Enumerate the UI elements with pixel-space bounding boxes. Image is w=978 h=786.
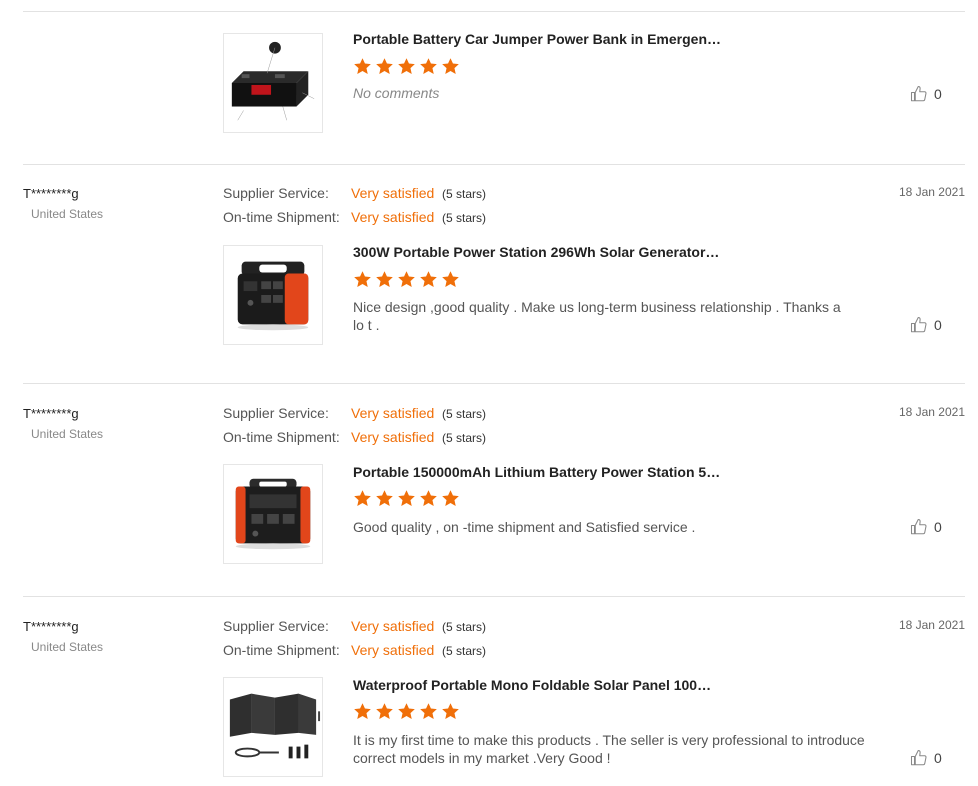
review-comment: No comments — [353, 85, 440, 101]
star-icon — [419, 57, 438, 76]
thumbs-up-icon — [910, 749, 928, 767]
review-date: 18 Jan 2021 — [898, 618, 965, 632]
like-button[interactable]: 0 — [910, 316, 942, 334]
star-icon — [397, 702, 416, 721]
star-icon — [375, 489, 394, 508]
star-icon — [375, 270, 394, 289]
supplier-service-label: Supplier Service: — [223, 185, 329, 201]
product-name[interactable]: Portable 150000mAh Lithium Battery Power… — [353, 464, 720, 480]
star-icon — [375, 57, 394, 76]
shipment-value: Very satisfied — [351, 209, 435, 225]
star-icon — [353, 270, 372, 289]
product-rating-stars — [353, 489, 460, 508]
star-icon — [397, 270, 416, 289]
product-image[interactable] — [223, 245, 323, 345]
star-icon — [353, 489, 372, 508]
review-divider — [23, 383, 965, 384]
thumbs-up-icon — [910, 316, 928, 334]
star-icon — [419, 270, 438, 289]
thumbs-up-icon — [910, 518, 928, 536]
shipment-label: On-time Shipment: — [223, 429, 340, 445]
review-comment: Good quality , on -time shipment and Sat… — [353, 519, 696, 535]
like-count: 0 — [934, 317, 942, 333]
supplier-service-label: Supplier Service: — [223, 405, 329, 421]
star-icon — [397, 489, 416, 508]
power-station-image — [224, 246, 322, 344]
review-comment: It is my first time to make this product… — [353, 732, 865, 766]
jump-starter-image — [224, 34, 322, 132]
product-image[interactable] — [223, 464, 323, 564]
product-name[interactable]: Portable Battery Car Jumper Power Bank i… — [353, 31, 721, 47]
shipment-value: Very satisfied — [351, 642, 435, 658]
like-count: 0 — [934, 750, 942, 766]
like-button[interactable]: 0 — [910, 85, 942, 103]
product-rating-stars — [353, 702, 460, 721]
thumbs-up-icon — [910, 85, 928, 103]
reviewer-country: United States — [31, 207, 104, 221]
review-divider — [23, 164, 965, 165]
supplier-service-label: Supplier Service: — [223, 618, 329, 634]
product-rating-stars — [353, 270, 460, 289]
star-icon — [419, 489, 438, 508]
solar-panel-image — [224, 678, 322, 776]
supplier-service-stars: (5 stars) — [442, 187, 487, 201]
product-rating-stars — [353, 57, 460, 76]
reviewer-name: T********g — [23, 186, 79, 201]
shipment-stars: (5 stars) — [442, 644, 487, 658]
review-divider — [23, 11, 965, 12]
shipment-label: On-time Shipment: — [223, 209, 340, 225]
product-image[interactable] — [223, 677, 323, 777]
review-divider — [23, 596, 965, 597]
like-count: 0 — [934, 86, 942, 102]
star-icon — [441, 702, 460, 721]
product-name[interactable]: 300W Portable Power Station 296Wh Solar … — [353, 244, 719, 260]
supplier-service-value: Very satisfied — [351, 405, 435, 421]
star-icon — [353, 57, 372, 76]
supplier-service-value: Very satisfied — [351, 618, 435, 634]
star-icon — [441, 489, 460, 508]
review-date: 18 Jan 2021 — [898, 185, 965, 199]
shipment-stars: (5 stars) — [442, 211, 487, 225]
reviewer-name: T********g — [23, 406, 79, 421]
product-name[interactable]: Waterproof Portable Mono Foldable Solar … — [353, 677, 711, 693]
product-image[interactable] — [223, 33, 323, 133]
star-icon — [419, 702, 438, 721]
like-count: 0 — [934, 519, 942, 535]
shipment-value: Very satisfied — [351, 429, 435, 445]
star-icon — [353, 702, 372, 721]
star-icon — [441, 270, 460, 289]
supplier-service-stars: (5 stars) — [442, 620, 487, 634]
shipment-stars: (5 stars) — [442, 431, 487, 445]
reviewer-country: United States — [31, 427, 104, 441]
star-icon — [397, 57, 416, 76]
review-comment: Nice design ,good quality . Make us long… — [353, 299, 841, 333]
supplier-service-stars: (5 stars) — [442, 407, 487, 421]
star-icon — [441, 57, 460, 76]
shipment-label: On-time Shipment: — [223, 642, 340, 658]
reviewer-country: United States — [31, 640, 104, 654]
battery-station-image — [224, 465, 322, 563]
like-button[interactable]: 0 — [910, 518, 942, 536]
star-icon — [375, 702, 394, 721]
review-date: 18 Jan 2021 — [898, 405, 965, 419]
like-button[interactable]: 0 — [910, 749, 942, 767]
reviewer-name: T********g — [23, 619, 79, 634]
supplier-service-value: Very satisfied — [351, 185, 435, 201]
